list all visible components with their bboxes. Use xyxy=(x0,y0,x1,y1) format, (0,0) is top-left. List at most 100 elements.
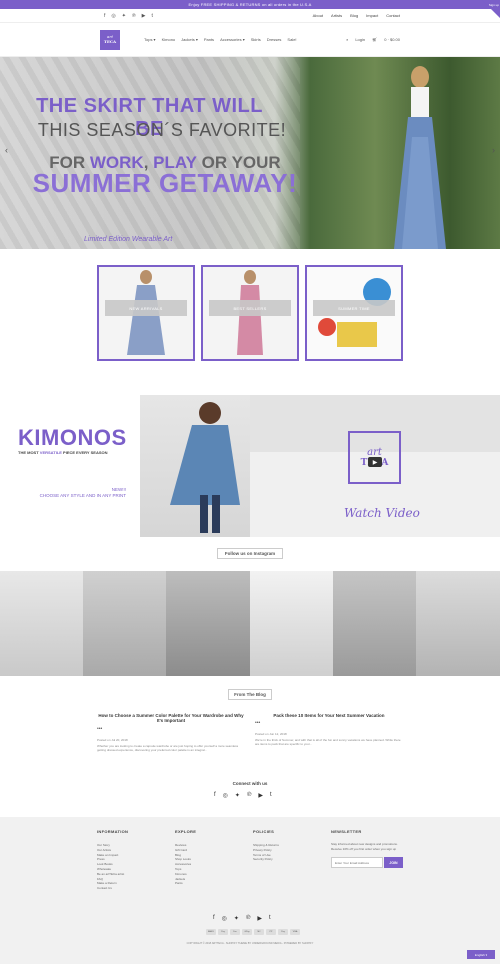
pinterest-icon[interactable]: ℗ xyxy=(246,915,250,922)
footer-link[interactable]: Be an artTECa artist xyxy=(97,872,124,877)
logo-teca: TECA xyxy=(103,38,117,44)
blog-post-excerpt: We're in the thick of Summer, and with t… xyxy=(255,738,401,747)
kimonos-image[interactable] xyxy=(140,395,250,537)
cart-icon[interactable]: 🛒︎ xyxy=(372,37,377,42)
connect-social-icons: f ◎ ✦ ℗ ▶ t xyxy=(214,792,272,799)
newsletter-text: Stay informed about new designs and prom… xyxy=(331,842,398,851)
menu-dresses[interactable]: Dresses xyxy=(267,37,282,42)
kimonos-sub-c: PIECE EVERY SEASON xyxy=(61,450,108,455)
menu-kimono[interactable]: Kimono xyxy=(162,37,176,42)
hero-prev-arrow[interactable]: ‹ xyxy=(5,145,8,155)
hero-headline-2: THIS SEASON´S FAVORITE! xyxy=(37,120,287,140)
instagram-icon[interactable]: ◎ xyxy=(111,13,115,19)
main-menu: Tops ▾ Kimono Jackets ▾ Pants Accessorie… xyxy=(144,37,297,42)
instagram-photo-2[interactable] xyxy=(83,571,166,676)
tumblr-icon[interactable]: t xyxy=(270,792,272,799)
watch-video-link[interactable]: Watch Video xyxy=(344,506,420,520)
twitter-icon[interactable]: ✦ xyxy=(235,792,240,799)
twitter-icon[interactable]: ✦ xyxy=(234,915,239,922)
youtube-icon[interactable]: ▶ xyxy=(142,13,146,19)
top-link-blog[interactable]: Blog xyxy=(350,13,358,18)
announcement-text: Enjoy FREE SHIPPING & RETURNS on all ord… xyxy=(188,2,312,7)
blog-post-title[interactable]: Pack these 10 Items for Your Next Summer… xyxy=(254,713,404,718)
instagram-icon[interactable]: ◎ xyxy=(222,915,227,922)
top-social-icons: f ◎ ✦ ℗ ▶ t xyxy=(104,13,153,19)
blog-post-date: Posted on Jun 12, 2018 xyxy=(255,732,287,736)
newsletter-email-input[interactable] xyxy=(331,857,383,868)
youtube-icon[interactable]: ▶ xyxy=(257,915,262,922)
page: Enjoy FREE SHIPPING & RETURNS on all ord… xyxy=(0,0,500,964)
cart-summary[interactable]: 0 · $0.00 xyxy=(384,37,400,42)
facebook-icon[interactable]: f xyxy=(104,13,105,19)
blog-post-date: Posted on Jul 20, 2018 xyxy=(97,738,128,742)
facebook-icon[interactable]: f xyxy=(214,792,216,799)
kimonos-section xyxy=(0,395,500,537)
menu-skirts[interactable]: Skirts xyxy=(251,37,261,42)
site-logo[interactable]: art TECA xyxy=(100,29,120,50)
video-logo[interactable]: art TECA ▶ xyxy=(348,431,401,484)
blog-post-dots: ••• xyxy=(255,720,261,726)
top-link-impact[interactable]: Impact xyxy=(366,13,378,18)
collection-label: BEST SELLERS xyxy=(209,300,291,316)
blog-post-title[interactable]: How to Choose a Summer Color Palette for… xyxy=(96,713,246,723)
language-selector[interactable]: English ▾ xyxy=(467,950,495,959)
play-icon[interactable]: ▶ xyxy=(368,457,382,467)
footer-explore-links: Reviews Gift Card Blog Shop Looks Access… xyxy=(175,843,191,886)
footer-link[interactable]: Pants xyxy=(175,881,191,886)
menu-tops[interactable]: Tops ▾ xyxy=(144,37,156,42)
top-link-artists[interactable]: Artists xyxy=(331,13,342,18)
payment-icons: AMEX Pay Dsc GPay MC PP Pay VISA xyxy=(206,929,300,935)
instagram-photo-1[interactable] xyxy=(0,571,83,676)
tumblr-icon[interactable]: t xyxy=(152,13,153,19)
shop-pay-icon: Pay xyxy=(278,929,288,935)
search-icon[interactable]: ⌕ xyxy=(346,37,348,42)
footer-link[interactable]: Security Policy xyxy=(253,857,279,862)
kimonos-sub-a: THE MOST xyxy=(18,450,40,455)
collection-summer-time[interactable]: SUMMER TIME xyxy=(305,265,403,361)
follow-instagram-button[interactable]: Follow us on Instagram xyxy=(217,548,283,559)
collection-label: SUMMER TIME xyxy=(313,300,395,316)
google-pay-icon: GPay xyxy=(242,929,252,935)
hero-model-image xyxy=(394,66,446,249)
paypal-icon: PP xyxy=(266,929,276,935)
instagram-photo-3[interactable] xyxy=(166,571,250,676)
footer-information-links: Our Story Our Artists Make an Impact Pre… xyxy=(97,843,124,891)
kimonos-new-line2: CHOOSE ANY STYLE AND IN ANY PRINT xyxy=(39,492,126,498)
footer-link[interactable]: Contact Us xyxy=(97,886,124,891)
top-link-contact[interactable]: Contact xyxy=(386,13,400,18)
footer-social-icons: f ◎ ✦ ℗ ▶ t xyxy=(213,915,271,922)
footer-information-title: INFORMATION xyxy=(97,829,129,834)
mastercard-icon: MC xyxy=(254,929,264,935)
twitter-icon[interactable]: ✦ xyxy=(122,13,126,19)
pinterest-icon[interactable]: ℗ xyxy=(132,13,136,19)
instagram-photo-4[interactable] xyxy=(250,571,333,676)
tumblr-icon[interactable]: t xyxy=(269,915,271,922)
nav-right: ⌕ Login 🛒︎ 0 · $0.00 xyxy=(346,37,400,42)
amex-icon: AMEX xyxy=(206,929,216,935)
kimonos-new-text: NEW!!! CHOOSE ANY STYLE AND IN ANY PRINT xyxy=(18,487,126,499)
newsletter-join-button[interactable]: JOIN xyxy=(384,857,403,868)
menu-sale[interactable]: Sale! xyxy=(287,37,296,42)
instagram-icon[interactable]: ◎ xyxy=(223,792,228,799)
youtube-icon[interactable]: ▶ xyxy=(258,792,263,799)
top-link-about[interactable]: About xyxy=(313,13,323,18)
collection-best-sellers[interactable]: BEST SELLERS xyxy=(201,265,299,361)
blog-post-dots: ••• xyxy=(97,726,103,732)
announcement-bar: Enjoy FREE SHIPPING & RETURNS on all ord… xyxy=(0,0,500,9)
menu-pants[interactable]: Pants xyxy=(204,37,214,42)
footer-policies-links: Shipping & Returns Privacy Policy Terms … xyxy=(253,843,279,862)
menu-accessories[interactable]: Accessories ▾ xyxy=(220,37,245,42)
blog-post-excerpt: Whether you are looking to create a caps… xyxy=(97,744,239,753)
top-links: About Artists Blog Impact Contact xyxy=(313,13,400,18)
hero-headline-4: SUMMER GETAWAY! xyxy=(32,168,298,198)
instagram-photo-5[interactable] xyxy=(333,571,416,676)
facebook-icon[interactable]: f xyxy=(213,915,215,922)
pinterest-icon[interactable]: ℗ xyxy=(247,792,251,799)
login-link[interactable]: Login xyxy=(355,37,365,42)
collection-new-arrivals[interactable]: NEW ARRIVALS xyxy=(97,265,195,361)
from-the-blog-button[interactable]: From The Blog xyxy=(228,689,272,700)
menu-jackets[interactable]: Jackets ▾ xyxy=(181,37,198,42)
instagram-photo-6[interactable] xyxy=(416,571,500,676)
hero-next-arrow[interactable]: › xyxy=(492,145,495,155)
visa-icon: VISA xyxy=(290,929,300,935)
